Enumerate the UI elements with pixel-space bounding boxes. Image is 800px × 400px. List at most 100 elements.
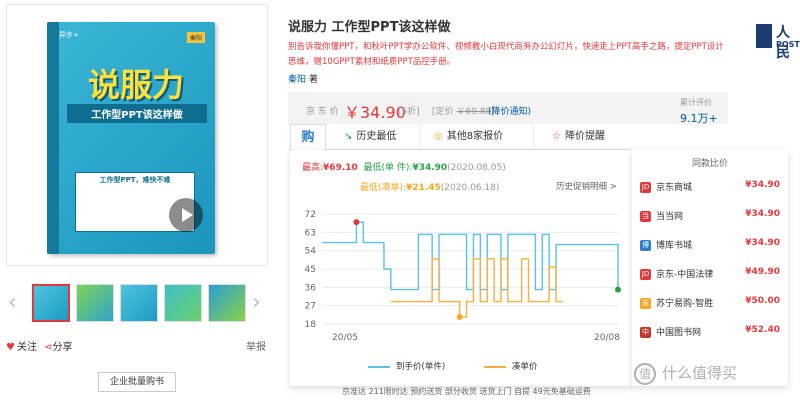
legend-swatch-b [483, 365, 506, 368]
star-icon: ☆ [552, 131, 561, 142]
store-price: ¥49.90 [745, 267, 780, 277]
author-line: 秦阳 著 [288, 72, 318, 85]
store-name: 博库书城 [656, 241, 693, 251]
legend-label-a: 到手价(单件) [396, 362, 446, 372]
y-tick-label: 45 [305, 265, 316, 275]
thumbnail-2[interactable] [76, 284, 114, 322]
price-value: ￥34.90 [344, 103, 406, 122]
thumbnail-3[interactable] [120, 284, 158, 322]
trend-down-icon: ↘ [344, 131, 353, 142]
store-name: 中国图书网 [656, 328, 702, 338]
store-logo-icon: 中 [640, 327, 651, 338]
list-price-value: ￥69.80 [456, 107, 492, 117]
author-tag: 秦阳 [186, 32, 205, 43]
publisher-logo: 异步+ [59, 31, 79, 39]
compare-row[interactable]: 当当当网 ¥34.90 [640, 209, 780, 229]
compare-row[interactable]: 博博库书城 ¥34.90 [640, 238, 780, 258]
y-tick-label: 54 [305, 247, 317, 257]
share-link[interactable]: 分享 [53, 342, 73, 353]
high-point-marker [353, 219, 360, 226]
store-logo-icon: 苏 [640, 298, 651, 309]
store-price: ¥50.00 [745, 296, 780, 306]
compare-row[interactable]: 苏苏宁易购-智胜 ¥50.00 [640, 296, 780, 316]
tab-price-alert[interactable]: ☆ 降价提醒 [538, 124, 630, 150]
thumb-next-arrow-icon[interactable]: › [252, 290, 261, 315]
follow-link[interactable]: 关注 [17, 342, 37, 353]
author-link[interactable]: 秦阳 [288, 75, 306, 85]
book-cover: 异步+ 秦阳 说服力 工作型PPT该这样做 工作型PPT，难快不难 [47, 22, 215, 254]
store-logo-icon: JD [640, 182, 651, 193]
x-tick-label: 20/08 [594, 333, 620, 343]
tab-history-low-label: 历史最低 [356, 131, 397, 142]
cover-title: 说服力 [87, 66, 184, 104]
price-summary-line: 最高:¥69.10 最低(单 件):¥34.90(2020.08.05) [302, 160, 506, 173]
tab-other-quotes-label: 其他8家报价 [446, 131, 504, 142]
compare-row[interactable]: JD 京东-中国法律 ¥49.90 [640, 267, 780, 287]
low2-date: (2020.06.18) [440, 183, 500, 193]
thumbnail-5[interactable] [208, 284, 246, 322]
author-suffix: 著 [308, 75, 318, 85]
compare-row[interactable]: 中中国图书网 ¥52.40 [640, 325, 780, 345]
y-tick-label: 72 [305, 210, 316, 220]
delivery-services: 京准达 211限时达 预约送货 部分收货 送货上门 自提 49元免基础运费 [342, 387, 591, 396]
y-tick-label: 27 [305, 302, 316, 312]
brand-sub: POST [776, 40, 800, 49]
watermark-text: 什么值得买 [662, 364, 738, 382]
history-promo-link[interactable]: 历史促销明细 > [556, 180, 617, 192]
coin-icon: ◎ [434, 131, 443, 142]
store-name: 京东商城 [656, 183, 693, 193]
price-notify-link[interactable]: (降价通知) [488, 104, 531, 117]
tab-other-quotes[interactable]: ◎ 其他8家报价 [420, 124, 534, 150]
store-price: ¥34.90 [745, 209, 780, 219]
tab-price-alert-label: 降价提醒 [564, 131, 605, 142]
watermark: 值什么值得买 [634, 362, 737, 385]
follow-share-row: ♥ 关注 ⋖分享 [6, 338, 73, 353]
compare-title: 同款比价 [691, 159, 728, 169]
brand-logo[interactable]: 人民 POST [756, 22, 800, 61]
series-line-2 [390, 258, 563, 318]
store-price: ¥34.90 [745, 180, 780, 190]
thumb-prev-arrow-icon[interactable]: ‹ [8, 290, 17, 315]
cover-subtitle: 工作型PPT该这样做 [67, 104, 207, 123]
store-price: ¥34.90 [745, 238, 780, 248]
share-icon[interactable]: ⋖ [44, 342, 52, 353]
low-combo-marker [456, 313, 463, 320]
tab-history-low[interactable]: ↘ 历史最低 [330, 124, 420, 150]
thumbnail-4[interactable] [164, 284, 202, 322]
low2-value: ¥21.45 [406, 183, 441, 193]
watermark-icon: 值 [634, 362, 656, 385]
chart-legend: 到手价(单件) 凑单价 [368, 360, 537, 372]
heart-icon[interactable]: ♥ [6, 342, 15, 353]
price-history-chart: 18 27 36 45 54 63 72 20/05 20/08 [305, 210, 621, 343]
compare-row[interactable]: JD 京东商城 ¥34.90 [640, 180, 780, 200]
low2-line: 最低(凑单):¥21.45(2020.06.18) [360, 180, 499, 193]
store-price: ¥52.40 [745, 325, 780, 335]
price-discount: [5折] [398, 107, 420, 117]
y-tick-label: 63 [305, 228, 316, 238]
bulk-purchase-button[interactable]: 企业批量购书 [98, 372, 176, 392]
legend-swatch-a [368, 365, 390, 368]
store-logo-icon: JD [640, 269, 651, 280]
cover-card-title: 工作型PPT，难快不难 [99, 176, 171, 184]
low-date: (2020.08.05) [447, 163, 506, 173]
thumbnail-1[interactable] [32, 284, 70, 322]
review-label: 累计评价 [680, 98, 712, 107]
price-label: 京 东 价 [306, 107, 339, 117]
review-count[interactable]: 9.1万+ [680, 110, 718, 126]
brand-icon [756, 24, 772, 48]
legend-label-b: 凑单价 [511, 362, 538, 372]
tab-shop-logo[interactable]: 购 [290, 124, 326, 150]
current-point-marker [615, 286, 621, 293]
high-value: ¥69.10 [323, 163, 358, 173]
store-name: 苏宁易购-智胜 [656, 299, 714, 309]
high-label: 最高: [302, 163, 324, 173]
promo-text: 别告诉我你懂PPT，和秋叶PPT学办公软件、视频教小白现代商务办公幻灯片，快速走… [288, 42, 724, 67]
play-video-icon[interactable] [169, 198, 203, 232]
report-link[interactable]: 举报 [246, 338, 266, 353]
low-value: ¥34.90 [412, 163, 448, 173]
y-tick-label: 18 [305, 320, 317, 330]
store-logo-icon: 当 [640, 211, 651, 222]
low2-label: 最低(凑单): [360, 183, 407, 193]
store-logo-icon: 博 [640, 240, 651, 251]
x-tick-label: 20/05 [332, 333, 358, 343]
